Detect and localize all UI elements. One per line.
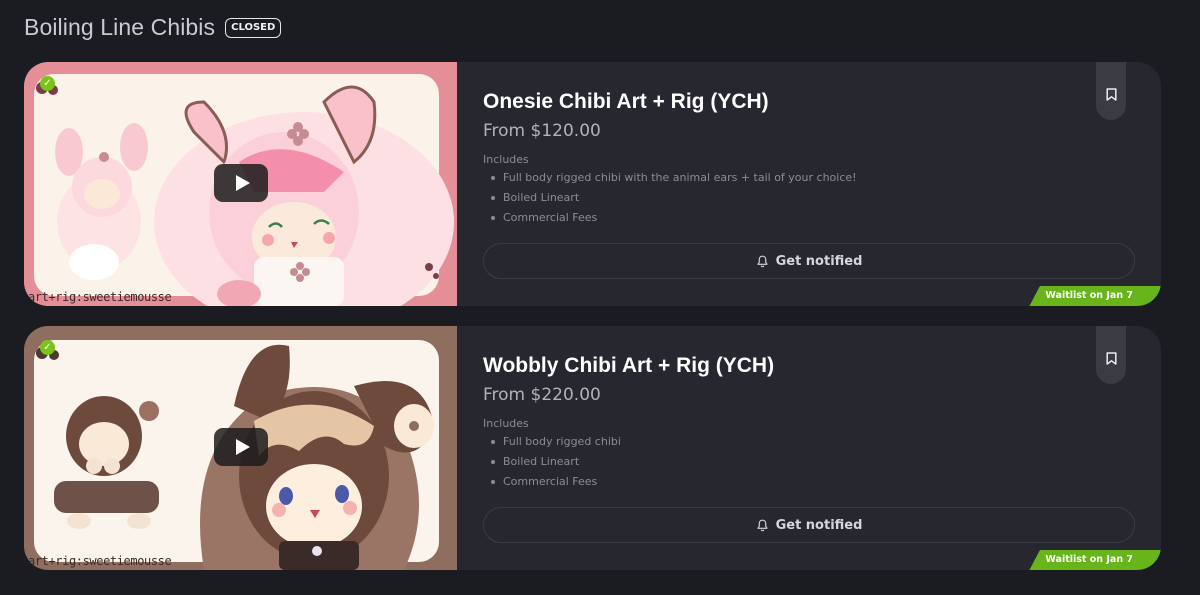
bookmark-button[interactable] [1096,62,1126,120]
play-icon[interactable] [214,164,268,202]
includes-label: Includes [483,417,529,430]
section-title: Boiling Line Chibis [24,14,216,40]
product-card[interactable]: ✓ art+rig:sweetiemousse Onesie Chibi Art… [24,62,1161,306]
product-title[interactable]: Onesie Chibi Art + Rig (YCH) [483,90,769,114]
waitlist-badge: Waitlist on Jan 7 [1029,286,1161,306]
list-item: Full body rigged chibi [491,434,621,454]
bookmark-icon [1105,351,1117,365]
list-item: Commercial Fees [491,474,621,494]
get-notified-button[interactable]: Get notified [483,507,1135,543]
get-notified-label: Get notified [775,253,863,269]
verified-icon: ✓ [40,340,55,355]
bell-icon [757,255,768,267]
get-notified-button[interactable]: Get notified [483,243,1135,279]
bookmark-button[interactable] [1096,326,1126,384]
list-item: Commercial Fees [491,210,857,230]
bell-icon [757,519,768,531]
includes-list: Full body rigged chibi Boiled Lineart Co… [491,434,621,494]
bookmark-icon [1105,87,1117,101]
video-thumbnail[interactable]: ✓ art+rig:sweetiemousse [24,326,457,570]
section-header: Boiling Line Chibis CLOSED [24,14,282,41]
get-notified-label: Get notified [775,517,863,533]
product-title[interactable]: Wobbly Chibi Art + Rig (YCH) [483,354,774,378]
verified-icon: ✓ [40,76,55,91]
thumbnail-watermark: art+rig:sweetiemousse [28,290,172,304]
thumbnail-watermark: art+rig:sweetiemousse [28,554,172,568]
list-item: Boiled Lineart [491,454,621,474]
product-card[interactable]: ✓ art+rig:sweetiemousse Wobbly Chibi Art… [24,326,1161,570]
waitlist-badge: Waitlist on Jan 7 [1029,550,1161,570]
includes-label: Includes [483,153,529,166]
includes-list: Full body rigged chibi with the animal e… [491,170,857,230]
status-badge: CLOSED [225,17,282,38]
list-item: Full body rigged chibi with the animal e… [491,170,857,190]
product-price: From $220.00 [483,385,601,405]
play-icon[interactable] [214,428,268,466]
list-item: Boiled Lineart [491,190,857,210]
product-price: From $120.00 [483,121,601,141]
video-thumbnail[interactable]: ✓ art+rig:sweetiemousse [24,62,457,306]
